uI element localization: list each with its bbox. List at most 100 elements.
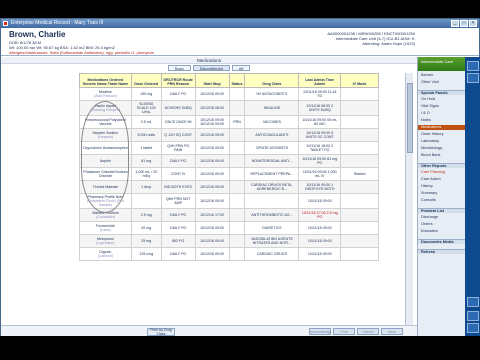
col-iv-mode[interactable]: IV Mode [340,73,379,88]
sidebar-item-blood-bank[interactable]: Blood Bank [418,153,466,158]
col-drug-class[interactable]: Drug Class [244,73,300,88]
col-route[interactable]: DR1/TRCR Route PRN Reason [160,73,196,88]
sidebar-item-order-history[interactable]: Order History [418,132,466,137]
sidebar-item-medications[interactable]: Medications [418,125,466,130]
table-row[interactable]: Potassium Chloride/Sodium Chloride 1,000 … [79,167,379,181]
start-stop-text: 10/12/16 09:00 [200,146,225,150]
sidebar-item-history[interactable]: History [418,184,466,189]
vertical-scrollbar[interactable] [405,73,413,326]
table-row[interactable]: Pneumococcal Polyvalent Vaccine 0.5 mL ONC… [79,115,379,129]
table-row[interactable]: Nizatine (Acid Reduce) 150 mg DAILY PO 10/12… [79,87,379,101]
sidebar-item-special-panels[interactable]: Special Panels [418,90,466,95]
sidebar-item-banner[interactable]: Banner [418,73,466,78]
route-text: ONCE ONCE IM [164,120,192,124]
settings-icon[interactable] [467,323,479,333]
cell-route: CONT IV [160,167,196,181]
cell-last-admin: 10/11/16 09:00 81 mg PO [298,154,342,168]
title-bar: Enterprise Medical Record - Mary Trais I… [1,19,479,28]
tab-scan[interactable]: Scan [167,65,191,71]
sidebar-item-i-o[interactable]: I & O [418,111,466,116]
maximize-button[interactable]: □ [460,20,468,27]
dose-text: 2.5 mg [140,213,152,217]
acknowledge-button[interactable]: Acknowledge [309,328,331,335]
minimize-button[interactable]: _ [451,20,459,27]
patient-allergies[interactable]: Allergies/Intolerances: Sulfa (Sulfonami… [9,50,154,55]
sidebar-item-on-hold[interactable]: On Hold [418,97,466,102]
patient-list-icon[interactable] [467,61,479,71]
last-admin-text: 10/11/16 09:00 1 DROP EYE BOTH [304,183,335,191]
col-dose[interactable]: Dose Ordered [130,73,162,88]
cell-last-admin: 10/11/16 09:00 [298,247,342,261]
route-text: DAILY PO [170,159,187,163]
route-text: Q6H PRN NOT AMP [165,197,191,205]
cell-last-admin: 10/11/16 17:00 2.5 mg PO [298,208,342,222]
sidebar-item-summary[interactable]: Summary [418,191,466,196]
table-row[interactable]: Digoxin (Lanoxin) 125 mcg DAILY PO 10/12/16 … [79,247,379,261]
sidebar-item-notes[interactable]: Notes [418,118,466,123]
sidebar-item-orders[interactable]: Orders [418,222,466,227]
cell-medication-name: Warfarin Sodium (Coumadin) [79,208,132,222]
table-row[interactable]: Metoprolol (Lopressor) 25 mg BID PO 10/12/16… [79,234,379,248]
cell-status [228,208,246,222]
table-row[interactable]: Furosemide (Lasix) 20 mg DAILY PO 10/12/16 0… [79,221,379,235]
cell-dose: 1 drop [130,180,162,194]
filter-by-drug-class-button[interactable]: Filter by Drug Class [147,328,175,336]
sidebar-item-refresh[interactable]: Refresh [418,249,466,254]
cell-status [228,141,246,155]
sidebar-item-microbiology[interactable]: Microbiology [418,146,466,151]
table-row[interactable]: Oxycodone/ Acetaminophen 1 tablet Q4H PRN … [79,141,379,155]
cell-last-admin: 10/11/16 09:00 [298,193,342,209]
table-row[interactable]: Pharmacy Profile Note (Outpatient Clinic)… [79,193,379,209]
cell-start-stop: 10/12/16 09:00 [194,128,230,142]
table-header-row: Medications Ordered Generic Name Trade N… [79,73,379,88]
col-medication[interactable]: Medications Ordered Generic Name Trade N… [79,73,132,88]
sidebar-item-vital-signs[interactable]: Vital Signs [418,104,466,109]
sidebar-item-other-visit[interactable]: Other Visit [418,80,466,85]
save-button[interactable]: Save [381,328,403,335]
scrollbar-thumb[interactable] [407,83,413,153]
col-last-admin[interactable]: Last Admin Time Admin [298,73,342,88]
sidebar-item-care-action[interactable]: Care Action [418,177,466,182]
schedule-icon[interactable] [467,73,479,83]
status-text: PRN [233,120,241,124]
table-row[interactable]: Timolol Maleate 1 drop BID BOTH EYES 10/12/… [79,180,379,194]
medication-name-text: Aspirin [99,159,111,163]
cell-start-stop: 10/12/16 09:00 [194,154,230,168]
route-text: DAILY PO [170,213,187,217]
col-status[interactable]: Status [228,73,246,88]
sidebar-item-care-planning[interactable]: Care Planning [418,170,466,175]
sidebar-item-problem-list[interactable]: Problem List [418,208,466,213]
medication-name-text: Timolol Maleate [92,185,119,189]
sidebar-item-consults[interactable]: Consults [418,198,466,203]
window-title: Enterprise Medical Record - Mary Trais I… [11,20,104,26]
tab-all[interactable]: All [231,65,251,71]
route-text: Q 12H SQ CONT [164,133,193,137]
cancel-button[interactable]: Cancel [357,328,379,335]
cell-medication-name: Pneumococcal Polyvalent Vaccine [79,115,132,129]
table-row[interactable]: Warfarin Sodium (Coumadin) 2.5 mg DAILY PO 1… [79,208,379,222]
col-start-stop[interactable]: Start Stop [194,73,230,88]
logout-icon[interactable] [467,311,479,321]
sidebar-item-discharge[interactable]: Discharge [418,215,466,220]
print-button[interactable]: Print [333,328,355,335]
table-row[interactable]: Aspirin 81 mg DAILY PO 10/12/16 09:00 NONSTE… [79,154,379,168]
cell-iv-mode [340,87,379,101]
sidebar-item-documents-media[interactable]: Documents Media [418,239,466,244]
tab-discontinued[interactable]: Discontinued [192,65,230,71]
cell-last-admin: 10/11/16 08:00 2 UNITS SUBQ [298,100,342,116]
table-row[interactable]: Insulin Aspart (Novolog Flexpen) SLIDING S… [79,100,379,116]
table-row[interactable]: Heparin Sodium (Heparin) 5,000 units Q 12H … [79,128,379,142]
sidebar-item-education[interactable]: Education [418,229,466,234]
cell-medication-name: Aspirin [79,154,132,168]
last-admin-text: 10/12/16 09:00 5 UNITS SC CONT [305,131,334,139]
sidebar-item-other-reports[interactable]: Other Reports [418,163,466,168]
cell-iv-mode [340,193,379,209]
help-icon[interactable] [467,297,479,307]
cell-medication-name: Digoxin (Lanoxin) [79,247,132,261]
close-button[interactable]: × [469,20,477,27]
sidebar-item-laboratory[interactable]: Laboratory [418,139,466,144]
cell-status [228,87,246,101]
cell-status [228,193,246,209]
cell-start-stop: 10/12/16 09:00 [194,247,230,261]
cell-route: DAILY PO [160,247,196,261]
